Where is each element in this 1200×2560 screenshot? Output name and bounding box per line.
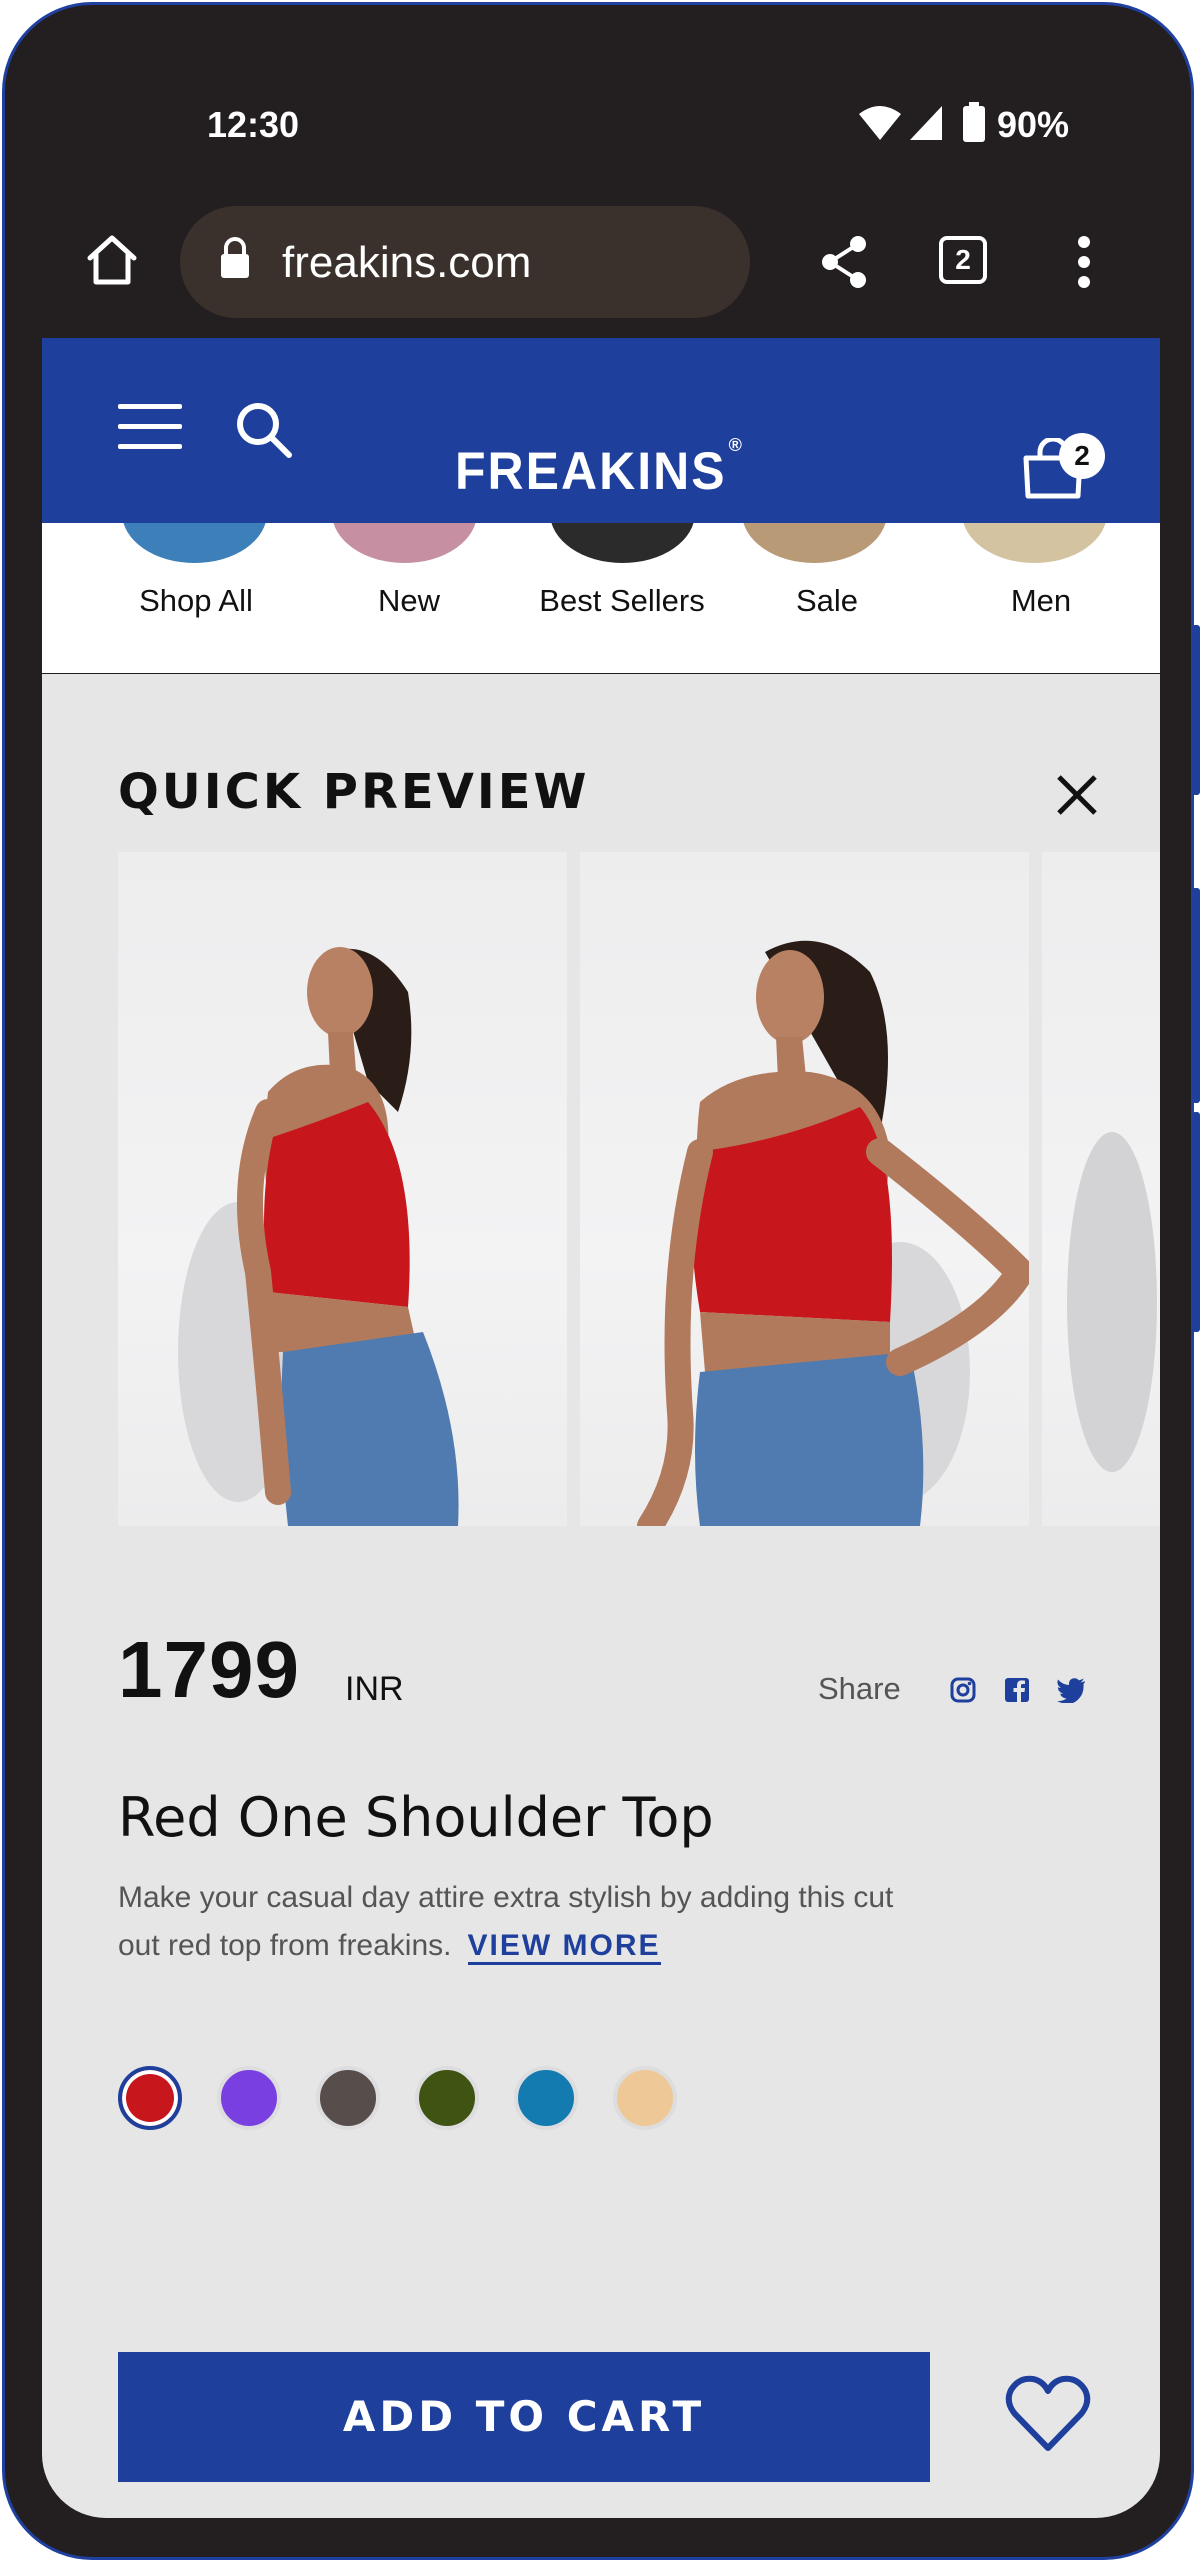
- facebook-icon[interactable]: [1004, 1677, 1030, 1703]
- battery-percent: 90%: [997, 104, 1070, 145]
- url-text[interactable]: freakins.com: [282, 238, 531, 288]
- add-to-cart-button[interactable]: ADD TO CART: [118, 2352, 930, 2482]
- product-gallery[interactable]: [118, 852, 1160, 1526]
- product-photo-front: [637, 940, 1029, 1526]
- home-icon[interactable]: [84, 232, 140, 288]
- tabs-icon[interactable]: 2: [939, 236, 987, 284]
- product-image[interactable]: [580, 852, 1029, 1526]
- heart-icon[interactable]: [1005, 2374, 1091, 2454]
- category-label: Men: [1010, 583, 1072, 618]
- lock-icon: [221, 237, 249, 278]
- category-label: Best Sellers: [539, 583, 705, 618]
- battery-icon: [963, 102, 985, 142]
- category-thumbnail: [550, 523, 695, 563]
- color-swatch-2[interactable]: [316, 2066, 380, 2130]
- category-label: Sale: [795, 583, 859, 618]
- phone-frame: 12:30 90% freakins.com 2 FREAKINS ® 2 Sh…: [2, 2, 1194, 2560]
- more-icon[interactable]: [1074, 234, 1094, 290]
- color-swatch-1[interactable]: [217, 2066, 281, 2130]
- category-label: New: [377, 583, 440, 618]
- color-swatch-3[interactable]: [415, 2066, 479, 2130]
- modal-title: QUICK PREVIEW: [118, 764, 590, 820]
- share-label: Share: [818, 1671, 901, 1706]
- product-photo-partial: [1067, 1132, 1157, 1472]
- product-photo-side: [178, 947, 459, 1526]
- color-swatch-4[interactable]: [514, 2066, 578, 2130]
- product-price: 1799: [118, 1625, 300, 1714]
- close-icon[interactable]: [1049, 767, 1105, 823]
- status-bar: 12:30 90%: [42, 42, 1160, 145]
- category-thumbnail: [962, 523, 1107, 563]
- site-header: FREAKINS ® 2: [42, 338, 1160, 523]
- quick-preview-modal: QUICK PREVIEW 1799 INR Share Red One Sho…: [42, 674, 1160, 2518]
- cart-count-badge: 2: [1059, 433, 1105, 479]
- product-image[interactable]: [118, 852, 567, 1526]
- price-currency: INR: [345, 1670, 404, 1708]
- wifi-icon: [859, 106, 901, 140]
- color-swatch-0[interactable]: [118, 2066, 182, 2130]
- site-logo[interactable]: FREAKINS ®: [455, 434, 744, 502]
- product-title: Red One Shoulder Top: [118, 1786, 714, 1849]
- logo-text: FREAKINS: [455, 441, 727, 501]
- share-icon[interactable]: [818, 234, 870, 290]
- view-more-link[interactable]: VIEW MORE: [467, 1929, 661, 1965]
- category-thumbnail: [742, 523, 887, 563]
- category-thumbnail: [122, 523, 267, 563]
- product-image[interactable]: [1042, 852, 1160, 1526]
- instagram-icon[interactable]: [950, 1677, 976, 1703]
- category-strip: Shop All New Best Sellers Sale Men: [42, 523, 1160, 673]
- twitter-icon[interactable]: [1056, 1677, 1086, 1703]
- color-swatch-5[interactable]: [613, 2066, 677, 2130]
- category-thumbnail: [332, 523, 477, 563]
- screen: 12:30 90% freakins.com 2 FREAKINS ® 2 Sh…: [42, 42, 1160, 2518]
- registered-mark: ®: [728, 434, 744, 456]
- search-icon[interactable]: [234, 400, 294, 460]
- product-description: Make your casual day attire extra stylis…: [118, 1874, 938, 1970]
- menu-icon[interactable]: [118, 402, 182, 452]
- signal-icon: [910, 106, 942, 140]
- category-label: Shop All: [139, 583, 253, 618]
- status-time: 12:30: [207, 104, 300, 145]
